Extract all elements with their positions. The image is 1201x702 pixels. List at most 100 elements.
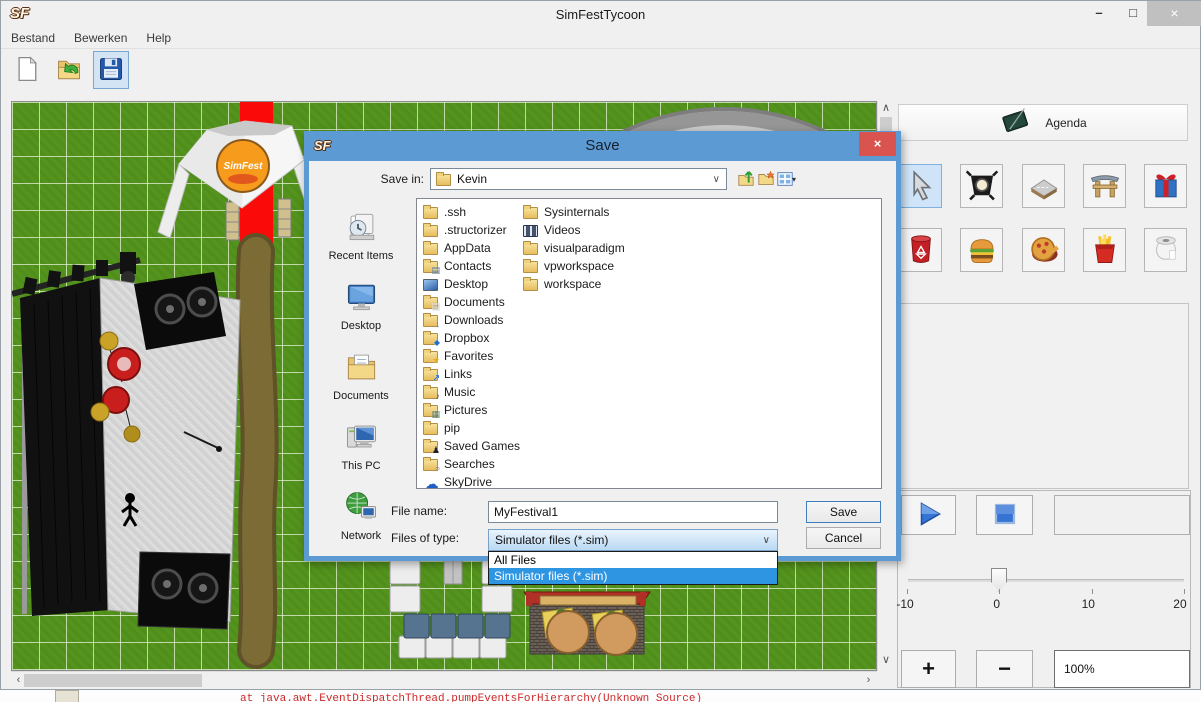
file-item-documents[interactable]: Documents [423, 293, 518, 311]
scroll-down-arrow[interactable]: ∨ [878, 653, 894, 668]
new-folder-button[interactable] [756, 170, 775, 189]
new-file-icon [13, 55, 41, 86]
file-item-vpworkspace[interactable]: vpworkspace [523, 257, 673, 275]
dialog-title: Save [304, 137, 901, 154]
views-caret-icon: ▾ [792, 175, 796, 184]
maximize-button[interactable]: □ [1118, 1, 1148, 26]
file-list[interactable]: .ssh .structorizer AppData Contacts [416, 198, 882, 489]
stage [12, 252, 240, 629]
fries-icon [1088, 232, 1122, 269]
file-item-dropbox[interactable]: Dropbox [423, 329, 518, 347]
saved-games-icon [423, 441, 438, 453]
save-in-value: Kevin [457, 172, 487, 186]
file-item-structorizer[interactable]: .structorizer [423, 221, 518, 239]
file-item-contacts[interactable]: Contacts [423, 257, 518, 275]
file-item-skydrive[interactable]: SkyDrive [423, 473, 518, 489]
save-button[interactable]: Save [806, 501, 881, 523]
dialog-close-button[interactable]: × [859, 132, 896, 156]
file-item-workspace[interactable]: workspace [523, 275, 673, 293]
tool-button-toilet-paper[interactable] [1144, 228, 1187, 272]
agenda-button[interactable]: Agenda [898, 104, 1188, 141]
chevron-down-icon: ∨ [713, 174, 720, 185]
places-sidebar: Recent Items Desktop Documents This PC N… [318, 203, 404, 553]
toolbar-button-save-file[interactable] [93, 51, 129, 89]
tool-button-road[interactable] [1022, 164, 1065, 208]
places-item-documents[interactable]: Documents [318, 343, 404, 413]
file-type-option-simulator-files-sim[interactable]: Simulator files (*.sim) [489, 568, 777, 584]
file-item-desktop[interactable]: Desktop [423, 275, 518, 293]
tool-button-fries[interactable] [1083, 228, 1126, 272]
play-button[interactable] [901, 495, 956, 535]
horizontal-scroll-thumb[interactable] [24, 674, 202, 687]
horizontal-scrollbar[interactable]: ‹ › [11, 671, 877, 688]
folder-icon [423, 225, 438, 237]
folder-icon [423, 243, 438, 255]
file-item-links[interactable]: Links [423, 365, 518, 383]
file-item-ssh[interactable]: .ssh [423, 203, 518, 221]
zoom-in-button[interactable]: + [901, 650, 956, 688]
speed-slider-track[interactable] [908, 579, 1184, 582]
file-item-music[interactable]: Music [423, 383, 518, 401]
speaker-stack-bottom [138, 552, 230, 629]
road-icon [1027, 168, 1061, 205]
save-in-label: Save in: [364, 172, 424, 186]
file-item-downloads[interactable]: Downloads [423, 311, 518, 329]
cancel-button[interactable]: Cancel [806, 527, 881, 549]
scroll-up-arrow[interactable]: ∧ [878, 101, 894, 116]
places-item-desktop[interactable]: Desktop [318, 273, 404, 343]
tool-button-trash[interactable] [899, 228, 942, 272]
tool-button-gift[interactable] [1144, 164, 1187, 208]
gift-icon [1149, 168, 1183, 205]
places-item-this-pc[interactable]: This PC [318, 413, 404, 483]
file-type-combobox[interactable]: Simulator files (*.sim) ∨ [488, 529, 778, 551]
file-item-sysinternals[interactable]: Sysinternals [523, 203, 673, 221]
file-item-searches[interactable]: Searches [423, 455, 518, 473]
save-in-combobox[interactable]: Kevin ∨ [430, 168, 727, 190]
zoom-level-field[interactable]: 100% [1054, 650, 1190, 688]
file-type-option-all-files[interactable]: All Files [489, 552, 777, 568]
save-file-icon [97, 55, 125, 86]
folder-icon [423, 207, 438, 219]
file-item-visualparadigm[interactable]: visualparadigm [523, 239, 673, 257]
dialog-title-bar[interactable]: SF Save × [304, 131, 901, 161]
file-item-pictures[interactable]: Pictures [423, 401, 518, 419]
file-item-saved-games[interactable]: Saved Games [423, 437, 518, 455]
file-item-pip[interactable]: pip [423, 419, 518, 437]
cursor-icon [904, 168, 938, 205]
close-button[interactable]: × [1147, 1, 1201, 26]
minimize-button[interactable]: – [1084, 1, 1114, 26]
file-list-column-1: .ssh .structorizer AppData Contacts [423, 203, 518, 489]
file-item-favorites[interactable]: Favorites [423, 347, 518, 365]
downloads-icon [423, 315, 438, 327]
music-icon [423, 387, 438, 399]
slider-label-10: 10 [1068, 597, 1108, 611]
toolbar [1, 51, 129, 97]
file-item-videos[interactable]: Videos [523, 221, 673, 239]
up-one-level-button[interactable] [736, 170, 755, 189]
tool-button-spotlight[interactable] [960, 164, 1003, 208]
stop-button[interactable] [976, 495, 1033, 535]
gate-icon [1088, 168, 1122, 205]
spotlight-icon [965, 168, 999, 205]
recent-items-icon [344, 231, 379, 248]
tool-button-pizza[interactable] [1022, 228, 1065, 272]
file-item-appdata[interactable]: AppData [423, 239, 518, 257]
menu-item-help[interactable]: Help [146, 31, 171, 45]
scroll-right-arrow[interactable]: › [861, 672, 876, 689]
tool-button-burger[interactable] [960, 228, 1003, 272]
menu-item-bestand[interactable]: Bestand [11, 31, 55, 45]
zoom-out-button[interactable]: − [976, 650, 1033, 688]
toolbar-button-new-file[interactable] [9, 51, 45, 89]
play-icon [914, 499, 944, 532]
tool-button-gate[interactable] [1083, 164, 1126, 208]
burger-stand [524, 592, 650, 655]
menu-item-bewerken[interactable]: Bewerken [74, 31, 127, 45]
tool-button-cursor[interactable] [899, 164, 942, 208]
places-item-recent-items[interactable]: Recent Items [318, 203, 404, 273]
chevron-down-icon: ∨ [763, 535, 770, 546]
main-window: SF SimFestTycoon – □ × BestandBewerkenHe… [0, 0, 1201, 690]
file-name-input[interactable] [488, 501, 778, 523]
toolbar-button-open-file[interactable] [51, 51, 87, 89]
status-box [1054, 495, 1190, 535]
folder-icon [523, 261, 538, 273]
